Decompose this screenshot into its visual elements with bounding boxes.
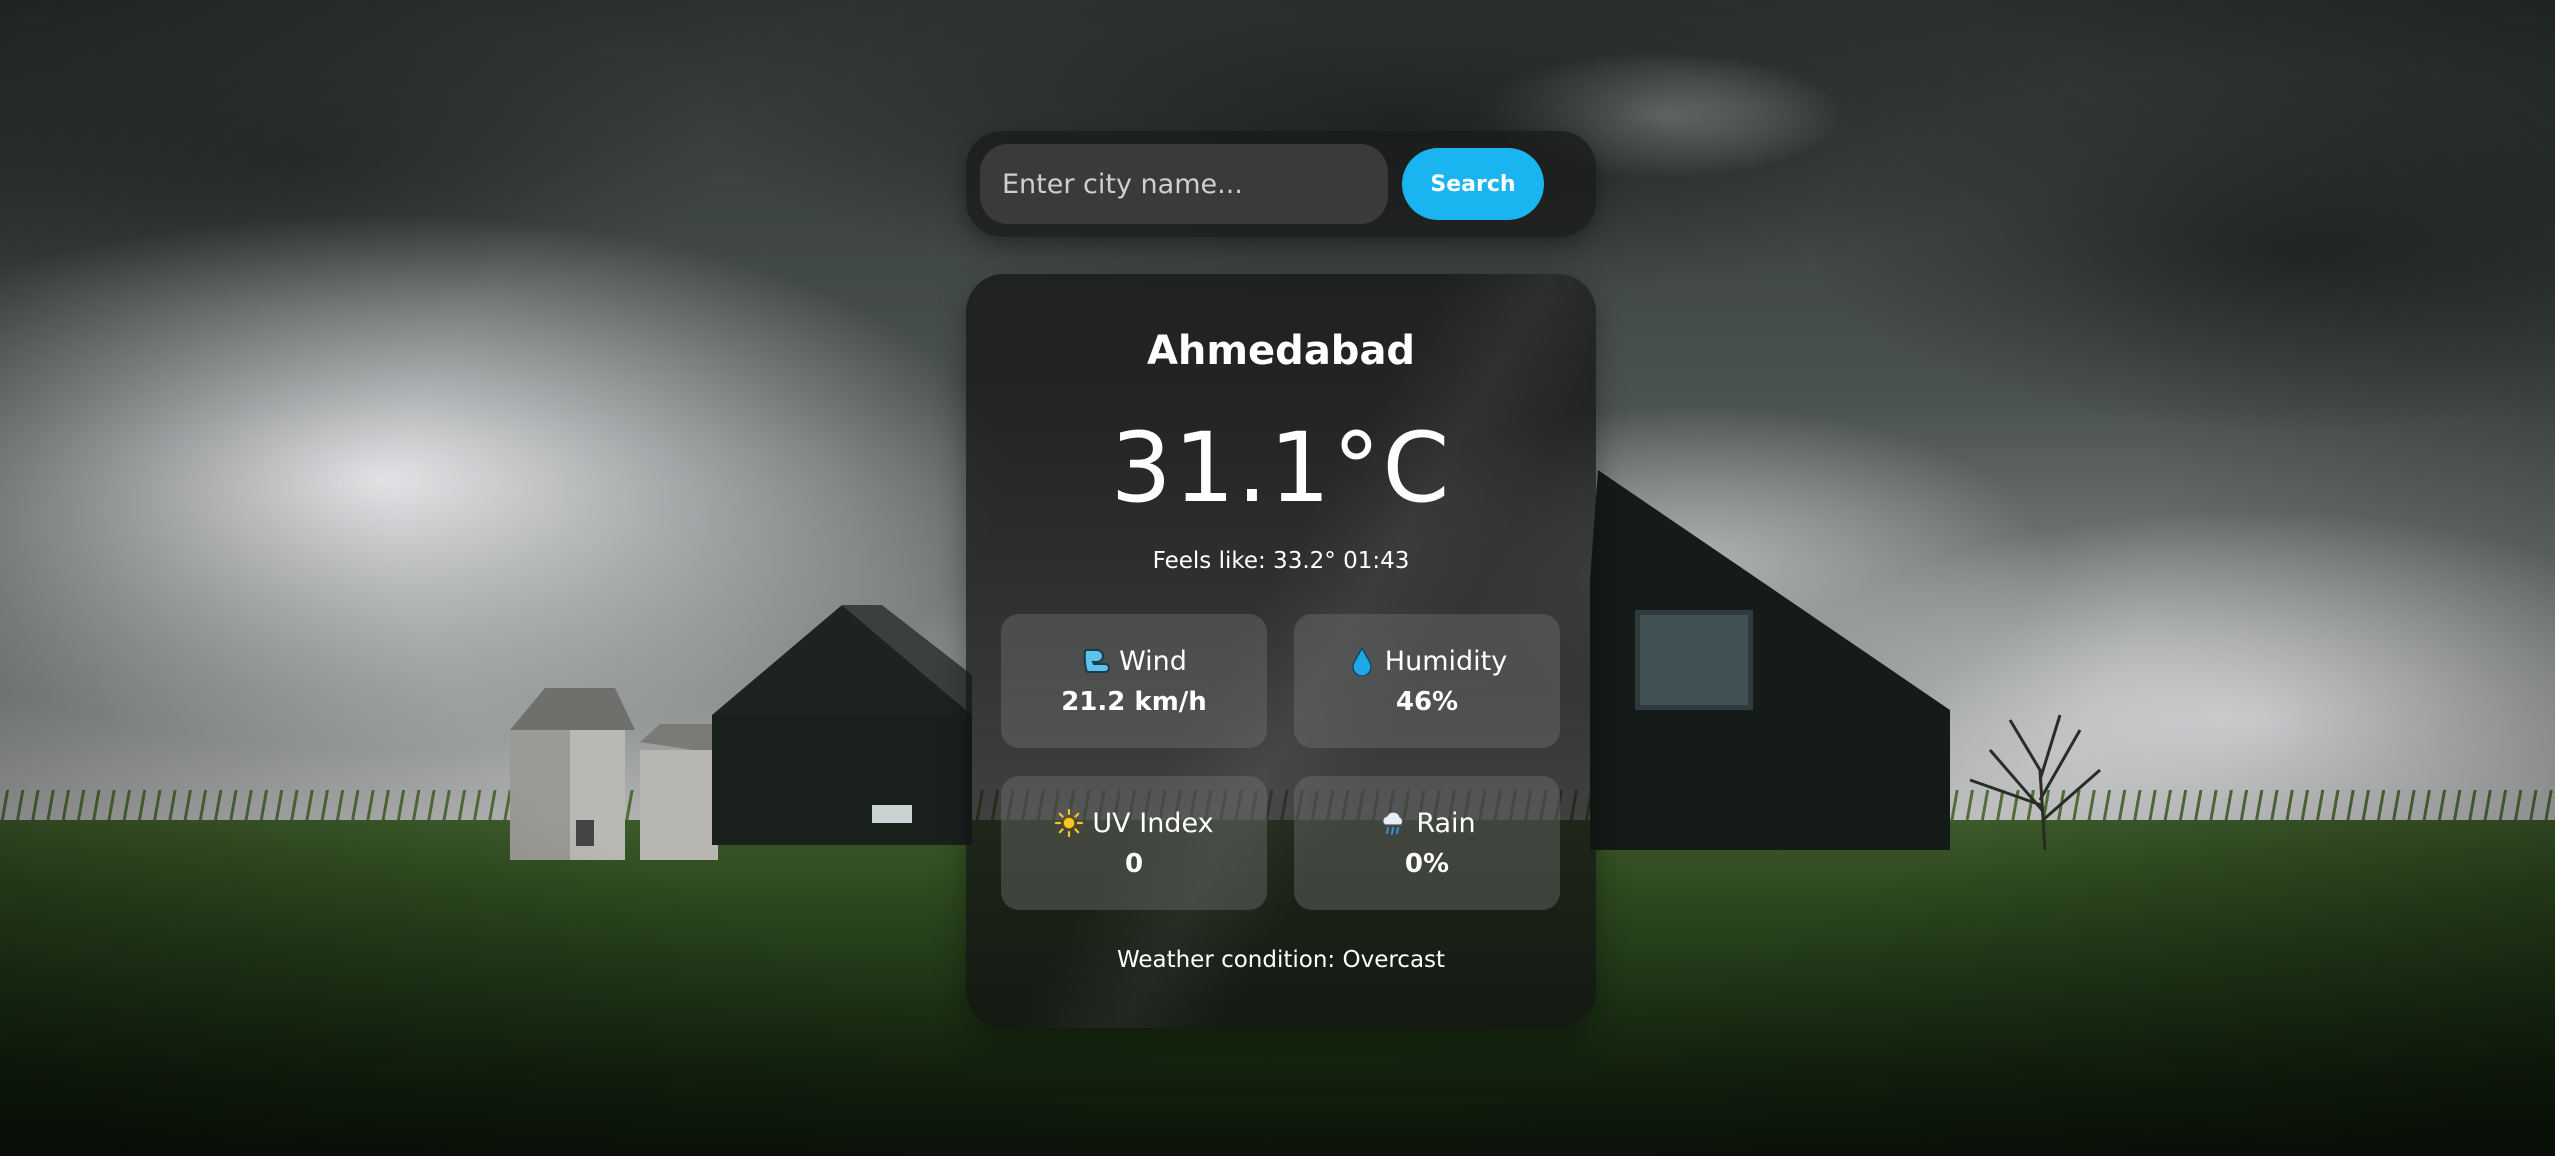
uv-tile: UV Index 0 <box>1001 776 1267 910</box>
wind-label: Wind <box>1119 645 1187 677</box>
weather-card: Ahmedabad 31.1°C Feels like: 33.2° 01:43… <box>966 274 1596 1028</box>
droplet-icon <box>1352 646 1372 676</box>
search-button[interactable]: Search <box>1402 148 1544 220</box>
city-search-input[interactable] <box>980 144 1388 224</box>
uv-label: UV Index <box>1092 807 1214 839</box>
humidity-tile: Humidity 46% <box>1294 614 1560 748</box>
sun-icon <box>1055 808 1084 838</box>
weather-condition: Weather condition: Overcast <box>1116 947 1446 973</box>
rain-cloud-icon <box>1382 811 1404 835</box>
temperature: 31.1°C <box>1110 412 1452 524</box>
wind-icon <box>1083 649 1111 673</box>
humidity-label: Humidity <box>1384 645 1508 677</box>
rain-label: Rain <box>1416 807 1476 839</box>
wind-tile: Wind 21.2 km/h <box>1001 614 1267 748</box>
search-bar: Search <box>966 131 1596 237</box>
humidity-value: 46% <box>1395 686 1459 717</box>
feels-like: Feels like: 33.2° 01:43 <box>1152 548 1410 574</box>
uv-value: 0 <box>1124 848 1144 879</box>
rain-tile: Rain 0% <box>1294 776 1560 910</box>
rain-value: 0% <box>1404 848 1450 879</box>
wind-value: 21.2 km/h <box>1061 686 1207 717</box>
city-name: Ahmedabad <box>1146 328 1416 374</box>
